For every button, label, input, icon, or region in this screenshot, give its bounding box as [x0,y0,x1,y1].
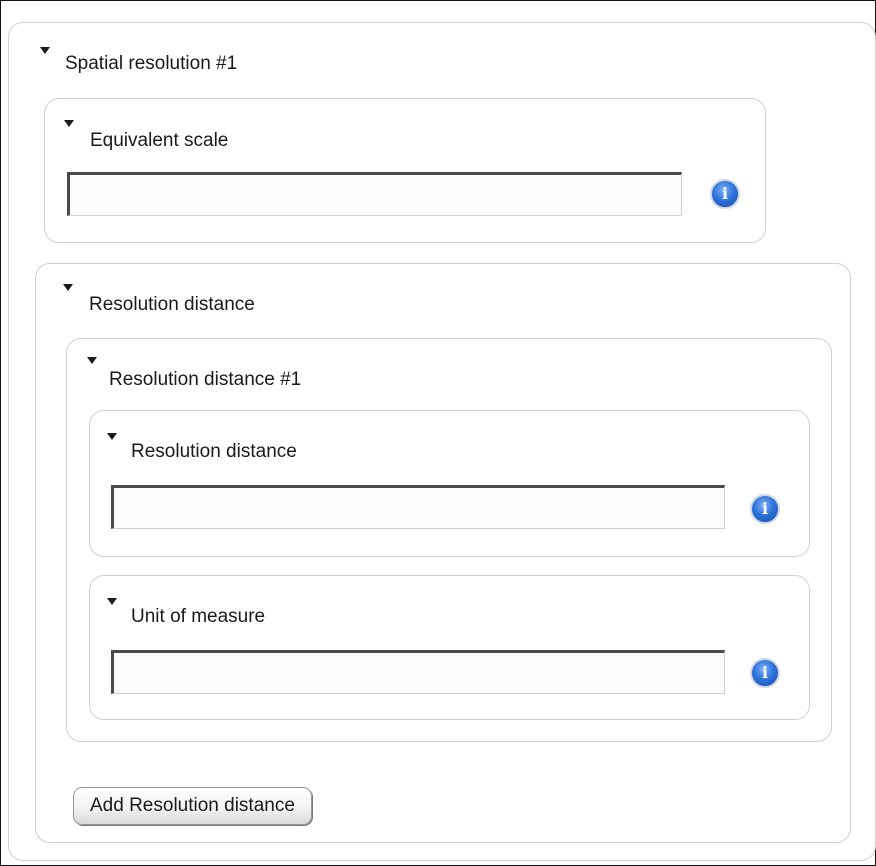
info-icon[interactable]: i [710,179,740,209]
collapse-toggle-icon[interactable] [87,357,97,364]
info-icon[interactable]: i [750,494,780,524]
equivalent-scale-title: Equivalent scale [90,130,229,151]
unit-of-measure-panel: Unit of measure i [89,575,810,720]
spatial-resolution-title: Spatial resolution #1 [65,53,238,74]
info-icon[interactable]: i [750,658,780,688]
collapse-toggle-icon[interactable] [107,433,117,440]
resolution-distance-item-panel: Resolution distance #1 Resolution distan… [66,338,832,742]
equivalent-scale-input[interactable] [67,172,682,216]
add-resolution-distance-button[interactable]: Add Resolution distance [73,787,312,825]
collapse-toggle-icon[interactable] [63,284,73,291]
unit-of-measure-title: Unit of measure [131,606,266,627]
spatial-resolution-panel: Spatial resolution #1 Equivalent scale i… [8,22,876,861]
collapse-toggle-icon[interactable] [64,120,74,127]
collapse-toggle-icon[interactable] [107,598,117,605]
resolution-distance-item-title: Resolution distance #1 [109,369,302,390]
resolution-distance-panel: Resolution distance Resolution distance … [35,263,851,843]
collapse-toggle-icon[interactable] [40,47,50,54]
resolution-distance-field-title: Resolution distance [131,441,297,462]
resolution-distance-field-panel: Resolution distance i [89,410,810,557]
resolution-distance-input[interactable] [111,485,725,529]
unit-of-measure-input[interactable] [111,650,725,694]
editor-frame: Spatial resolution #1 Equivalent scale i… [0,0,876,866]
resolution-distance-title: Resolution distance [89,294,255,315]
equivalent-scale-panel: Equivalent scale i [44,98,766,243]
